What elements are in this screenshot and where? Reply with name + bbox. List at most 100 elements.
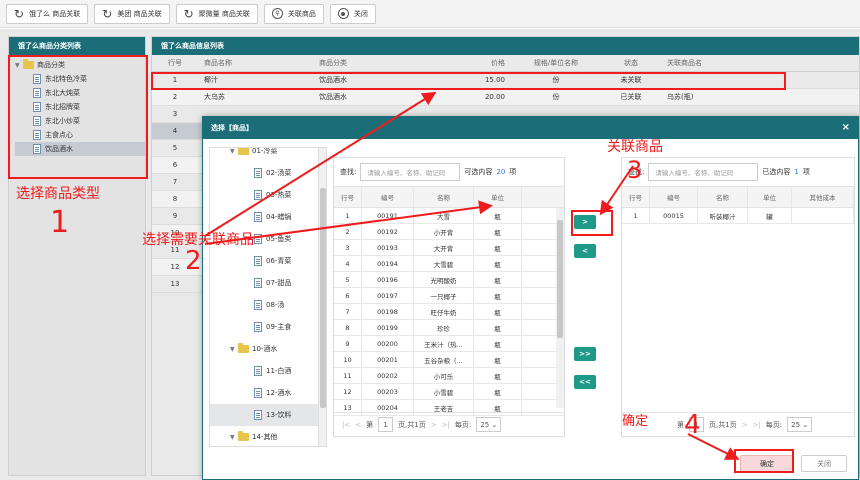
table-row[interactable]: 8 00199 珍珍瓶: [334, 320, 564, 336]
cell: 一只椰子: [414, 288, 474, 303]
close-button[interactable]: 关闭: [329, 3, 376, 24]
cell: 8: [172, 195, 178, 203]
cell: 11: [334, 368, 362, 383]
collapse-arrow-icon[interactable]: ▼: [230, 346, 238, 353]
link-icon: ⚲: [271, 8, 283, 19]
table-row[interactable]: 7 00198 旺仔牛奶瓶: [334, 304, 564, 320]
last-page-button[interactable]: >|: [753, 421, 761, 429]
tree-item[interactable]: 04-蜡锅: [210, 206, 326, 228]
scroll-thumb[interactable]: [320, 188, 326, 408]
cell: 1: [622, 208, 650, 223]
cell: 13: [170, 280, 180, 288]
table-row[interactable]: 2 大乌苏 饮品酒水 20.00 份 已关联 乌苏(瓶): [152, 89, 859, 106]
last-page-button[interactable]: >|: [442, 421, 450, 429]
cell: 1: [334, 208, 362, 223]
dialog-title-bar: 选择【商品】 ×: [203, 117, 858, 139]
juweiliang-link-button[interactable]: ↻ 聚微量 商品关联: [175, 3, 258, 24]
file-icon: [254, 366, 262, 376]
next-page-button[interactable]: >: [431, 421, 437, 429]
cell: 小可乐: [414, 368, 474, 383]
file-icon: [254, 234, 262, 244]
link-goods-button[interactable]: ⚲ 关联商品: [263, 3, 324, 24]
meituan-link-button[interactable]: ↻ 美团 商品关联: [94, 3, 170, 24]
selected-count: 1: [794, 168, 799, 176]
table-row[interactable]: 1 00191 大雪瓶: [334, 208, 564, 224]
col-header: 价格: [491, 59, 505, 67]
tree-list: ▼ 01-冷菜 02-汤菜 03-热菜 04-蜡锅 05-鱼类 06-青菜 07-甜品 08-汤…: [210, 148, 326, 446]
tree-folder[interactable]: ▼ 10-酒水: [210, 338, 326, 360]
cell: 6: [334, 288, 362, 303]
cell: 00200: [362, 336, 414, 351]
eleme-link-label: 饿了么 商品关联: [29, 9, 81, 18]
col-header: 编号: [362, 187, 414, 207]
tree-item[interactable]: 06-青菜: [210, 250, 326, 272]
tree-item[interactable]: 11-白酒: [210, 360, 326, 382]
per-page-select[interactable]: 25 ⌄: [476, 417, 502, 432]
selected-search-input[interactable]: 请输入编号、名称、助记码: [648, 163, 759, 181]
table-row[interactable]: 1 00015 听装椰汁 罐: [622, 208, 854, 224]
tree-scrollbar[interactable]: [318, 148, 326, 446]
collapse-arrow-icon[interactable]: ▼: [230, 148, 238, 155]
tree-label: 09-主食: [266, 323, 292, 331]
page-input[interactable]: 1: [378, 417, 394, 432]
available-scrollbar[interactable]: [556, 208, 564, 408]
tree-folder[interactable]: ▼ 14-其他: [210, 426, 326, 446]
next-page-button[interactable]: >: [742, 421, 748, 429]
cell: 小雪碧: [414, 384, 474, 399]
move-all-left-button[interactable]: <<: [574, 375, 596, 389]
table-row[interactable]: 6 00197 一只椰子瓶: [334, 288, 564, 304]
tree-item[interactable]: 13-饮料: [210, 404, 326, 426]
table-row[interactable]: 10 00201 五谷杂粮（... 瓶: [334, 352, 564, 368]
cell: 珍珍: [414, 320, 474, 335]
eleme-link-button[interactable]: ↻ 饿了么 商品关联: [6, 3, 89, 24]
per-page-select[interactable]: 25 ⌄: [787, 417, 813, 432]
tree-item[interactable]: 02-汤菜: [210, 162, 326, 184]
tree-item[interactable]: 09-主食: [210, 316, 326, 338]
available-count: 20: [496, 168, 506, 176]
cell: 4: [334, 256, 362, 271]
tree-item[interactable]: 03-热菜: [210, 184, 326, 206]
collapse-arrow-icon[interactable]: ▼: [230, 434, 238, 441]
cancel-button[interactable]: 关闭: [801, 455, 847, 472]
cell: 00191: [362, 208, 414, 223]
table-row[interactable]: 3 00193 大开背瓶: [334, 240, 564, 256]
annotation-num-4: 4: [684, 410, 701, 440]
cell: 乌苏(瓶): [667, 93, 694, 101]
table-row[interactable]: 4 00194 大雪碧瓶: [334, 256, 564, 272]
file-icon: [254, 410, 262, 420]
search-label: 查找:: [340, 168, 357, 176]
move-left-button[interactable]: <: [574, 244, 596, 258]
tree-item[interactable]: 07-甜品: [210, 272, 326, 294]
col-header: 商品名称: [204, 59, 232, 67]
close-icon[interactable]: ×: [842, 117, 850, 139]
tree-label: 02-汤菜: [266, 169, 292, 177]
move-all-right-button[interactable]: >>: [574, 347, 596, 361]
cell: 5: [334, 272, 362, 287]
table-row[interactable]: 2 00192 小开背瓶: [334, 224, 564, 240]
available-table-header: 行号 编号 名称 单位: [334, 186, 564, 208]
tree-label: 12-酒水: [266, 389, 292, 397]
first-page-button[interactable]: |<: [342, 421, 350, 429]
table-row[interactable]: 9 00200 王米汁（热... 瓶: [334, 336, 564, 352]
tree-label: 10-酒水: [252, 345, 278, 353]
cell: 光明酸奶: [414, 272, 474, 287]
table-row[interactable]: 11 00202 小可乐瓶: [334, 368, 564, 384]
cell: 00015: [650, 208, 698, 223]
available-search-input[interactable]: 请输入编号、名称、助记码: [360, 163, 461, 181]
tree-item[interactable]: 08-汤: [210, 294, 326, 316]
cell: 瓶: [474, 272, 522, 287]
prev-page-button[interactable]: <: [355, 421, 361, 429]
table-row[interactable]: 5 00196 光明酸奶瓶: [334, 272, 564, 288]
file-icon: [254, 168, 262, 178]
tree-label: 13-饮料: [266, 411, 292, 419]
tree-folder[interactable]: ▼ 01-冷菜: [210, 148, 326, 162]
cell: 五谷杂粮（...: [414, 352, 474, 367]
tree-item[interactable]: 12-酒水: [210, 382, 326, 404]
table-row[interactable]: 12 00203 小雪碧瓶: [334, 384, 564, 400]
available-pager: |< < 第 1 页,共1页 > >| 每页: 25 ⌄: [334, 412, 564, 436]
annotation-box-ok: [734, 449, 794, 473]
dialog-title: 选择【商品】: [211, 124, 253, 132]
annotation-box-category: [8, 55, 148, 179]
per-page-value: 25: [791, 420, 801, 429]
scroll-thumb[interactable]: [557, 220, 563, 338]
